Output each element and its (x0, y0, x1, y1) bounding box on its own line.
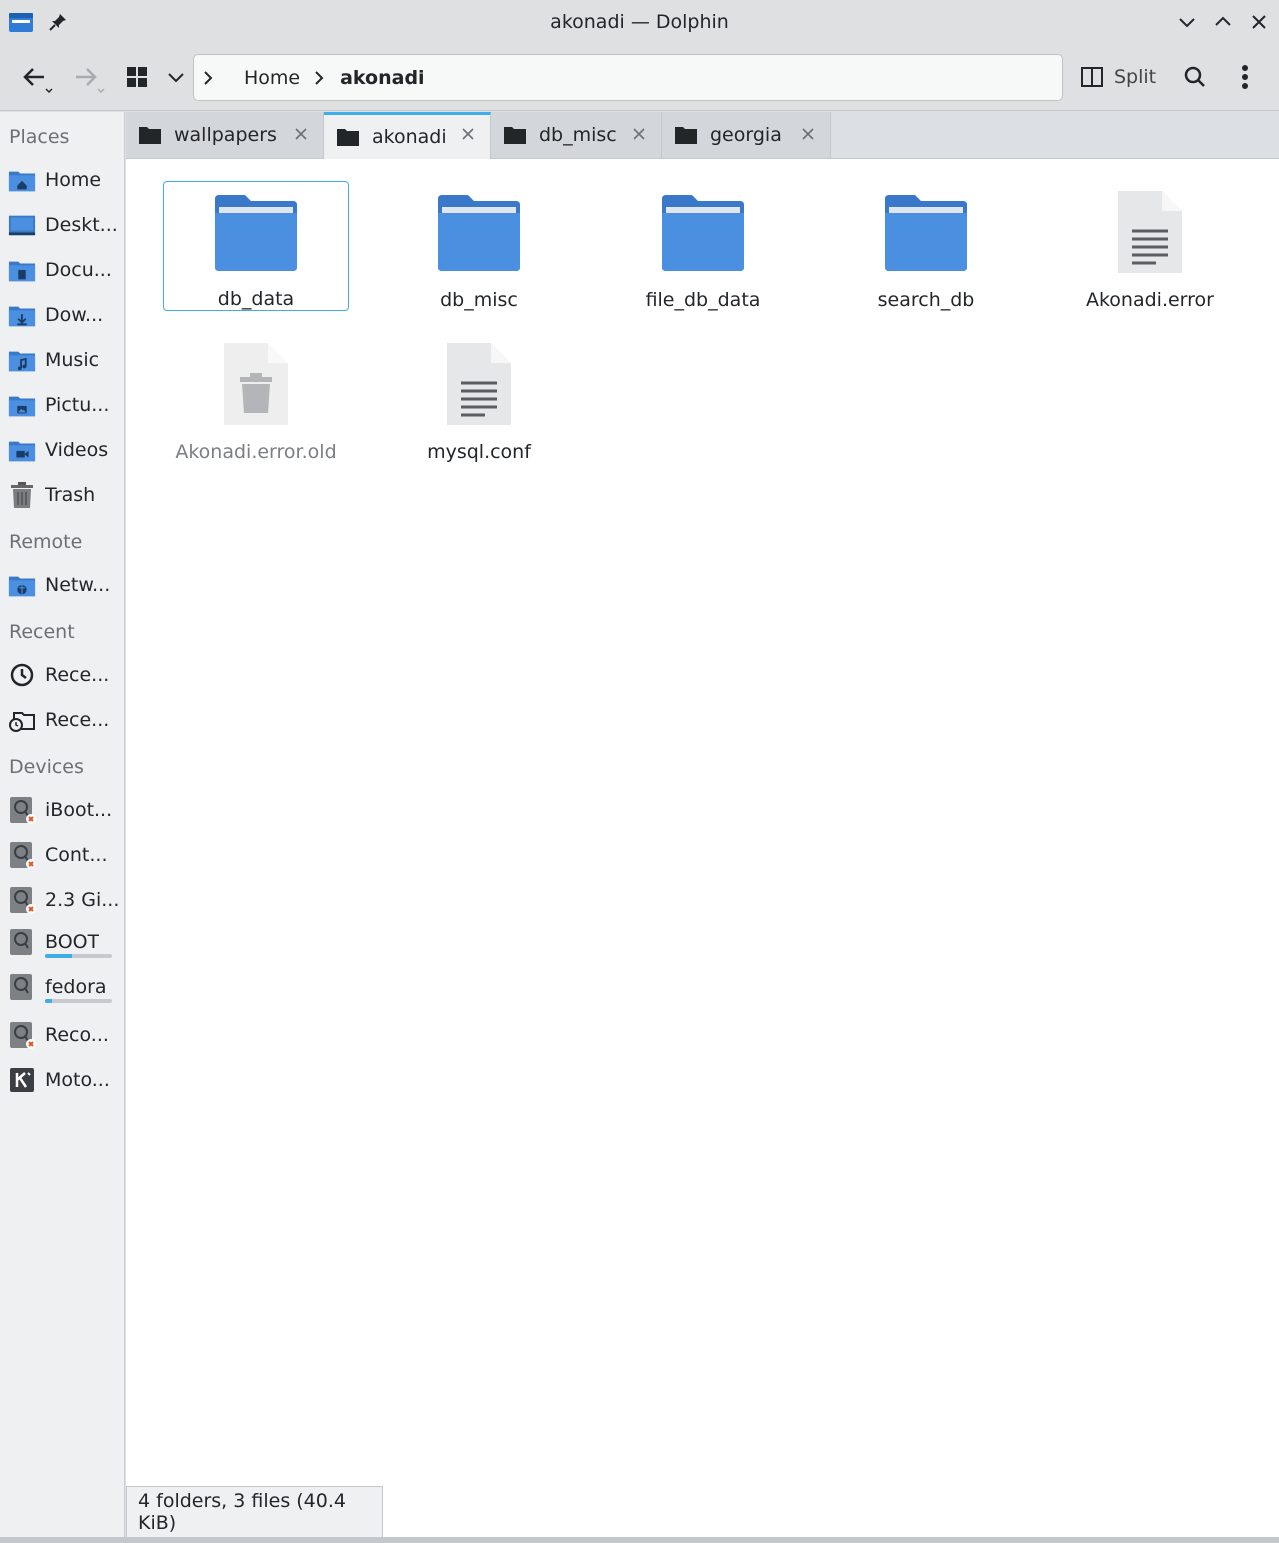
status-text: 4 folders, 3 files (40.4 KiB) (138, 1490, 346, 1534)
text-file-icon (435, 341, 523, 427)
file-item-file-db-data[interactable]: file_db_data (610, 181, 796, 311)
pictures-folder-icon (8, 391, 36, 419)
file-item-db-data[interactable]: db_data (163, 181, 349, 311)
file-item-mysql-conf[interactable]: mysql.conf (386, 333, 572, 463)
section-remote: Remote (9, 531, 83, 553)
tab-akonadi[interactable]: akonadi (324, 112, 491, 159)
status-bar: 4 folders, 3 files (40.4 KiB) (126, 1486, 383, 1537)
folder-icon (675, 127, 697, 144)
drive-icon (8, 973, 36, 1001)
section-places: Places (9, 126, 70, 148)
drive-unmounted-icon (8, 886, 36, 914)
sidebar-item-recent-files[interactable]: Rece... (0, 655, 125, 695)
title-bar: akonadi — Dolphin (0, 0, 1279, 45)
breadcrumb-current[interactable]: akonadi (340, 67, 424, 89)
view-mode-dropdown[interactable] (160, 57, 192, 97)
home-folder-icon (8, 166, 36, 194)
recent-locations-icon (8, 706, 36, 734)
arrow-right-icon (76, 68, 105, 94)
sidebar-item-device-phone[interactable]: Moto... (0, 1060, 125, 1100)
folder-icon (882, 189, 970, 275)
desktop-icon (8, 211, 36, 239)
minimize-button[interactable] (1176, 11, 1198, 33)
chevron-right-icon[interactable] (314, 68, 324, 88)
sidebar-item-home[interactable]: Home (0, 160, 125, 200)
chevron-down-icon (168, 73, 184, 83)
tab-wallpapers[interactable]: wallpapers (126, 112, 324, 158)
breadcrumb-root-button[interactable] (194, 68, 222, 88)
downloads-folder-icon (8, 301, 36, 329)
file-item-db-misc[interactable]: db_misc (386, 181, 572, 311)
search-icon (1184, 66, 1205, 87)
folder-icon (504, 127, 526, 144)
folder-icon (139, 127, 161, 144)
folder-icon (337, 129, 359, 146)
sidebar-item-device-recovery[interactable]: Reco... (0, 1015, 125, 1055)
phone-device-icon (8, 1066, 36, 1094)
clock-icon (8, 661, 36, 689)
close-tab-icon[interactable] (631, 126, 647, 142)
split-button[interactable]: Split (1080, 57, 1156, 97)
file-item-akonadi-error-old[interactable]: Akonadi.error.old (163, 333, 349, 463)
icons-view-icon (127, 67, 147, 87)
folder-icon (212, 190, 300, 274)
drive-unmounted-icon (8, 1021, 36, 1049)
sidebar-item-device-cont[interactable]: Cont... (0, 835, 125, 875)
location-bar[interactable]: Home akonadi (193, 54, 1063, 101)
sidebar-item-device-volume[interactable]: 2.3 Gi... (0, 880, 125, 920)
tab-bar: wallpapers akonadi db_misc georgia (126, 112, 1279, 159)
backup-file-icon (212, 341, 300, 427)
file-view[interactable]: db_data db_misc file_db_data search_db A… (126, 159, 1279, 1537)
sidebar-item-pictures[interactable]: Pictu... (0, 385, 125, 425)
sidebar-item-videos[interactable]: Videos (0, 430, 125, 470)
arrow-left-icon (23, 68, 53, 94)
sidebar-item-downloads[interactable]: Dow... (0, 295, 125, 335)
text-file-icon (1106, 189, 1194, 275)
videos-folder-icon (8, 436, 36, 464)
sidebar-item-music[interactable]: Music (0, 340, 125, 380)
hamburger-menu-button[interactable] (1232, 57, 1258, 97)
close-tab-icon[interactable] (800, 126, 816, 142)
section-devices: Devices (9, 756, 84, 778)
folder-icon (659, 189, 747, 275)
maximize-button[interactable] (1212, 11, 1234, 33)
main-toolbar: Home akonadi Split (0, 45, 1279, 111)
sidebar-item-documents[interactable]: Docu... (0, 250, 125, 290)
sidebar-item-desktop[interactable]: Deskt... (0, 205, 125, 245)
sidebar-item-device-iboot[interactable]: iBoot... (0, 790, 125, 830)
tab-georgia[interactable]: georgia (662, 112, 831, 158)
window-title: akonadi — Dolphin (550, 11, 729, 33)
search-button[interactable] (1180, 57, 1210, 97)
sidebar-item-trash[interactable]: Trash (0, 475, 125, 515)
network-folder-icon (8, 571, 36, 599)
places-panel: Places Home Deskt... Docu... Dow... Musi… (0, 112, 125, 1543)
fedora-capacity-bar (45, 999, 112, 1003)
folder-icon (435, 189, 523, 275)
drive-unmounted-icon (8, 796, 36, 824)
chevron-right-icon (204, 70, 213, 85)
close-tab-icon[interactable] (460, 126, 476, 142)
view-mode-button[interactable] (120, 57, 154, 97)
close-window-button[interactable] (1248, 11, 1270, 33)
window-bottom-edge (0, 1537, 1279, 1543)
back-button[interactable] (16, 57, 60, 97)
documents-folder-icon (8, 256, 36, 284)
breadcrumb-home[interactable]: Home (244, 67, 300, 89)
section-recent: Recent (9, 621, 75, 643)
forward-button[interactable] (68, 57, 112, 97)
boot-capacity-bar (45, 954, 112, 958)
split-label: Split (1114, 66, 1157, 88)
music-folder-icon (8, 346, 36, 374)
drive-unmounted-icon (8, 841, 36, 869)
tab-db-misc[interactable]: db_misc (491, 112, 662, 158)
sidebar-item-recent-locations[interactable]: Rece... (0, 700, 125, 740)
sidebar-item-network[interactable]: Netw... (0, 565, 125, 605)
file-item-search-db[interactable]: search_db (833, 181, 1019, 311)
trash-icon (8, 481, 36, 509)
kebab-menu-icon (1242, 65, 1248, 89)
file-item-akonadi-error[interactable]: Akonadi.error (1057, 181, 1243, 311)
drive-icon (8, 928, 36, 956)
split-view-icon (1081, 67, 1103, 87)
close-tab-icon[interactable] (293, 126, 309, 142)
